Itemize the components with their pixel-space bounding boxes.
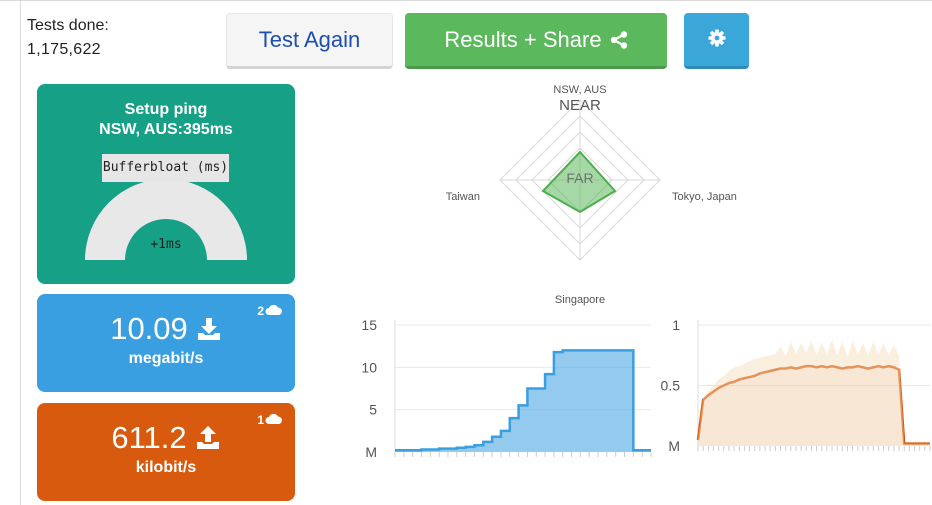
upload-icon [195,425,221,451]
radar-left-label: Taiwan [446,191,480,203]
settings-button[interactable] [684,13,749,69]
y-tick-label: 0.5 [661,378,681,394]
radar-top-label: NSW, AUS [553,84,606,96]
ping-title: Setup ping [124,101,208,118]
radar-bottom-label: Singapore [555,294,605,306]
bufferbloat-label: Bufferbloat (ms) [102,154,229,182]
tests-done-label: Tests done: [27,17,109,34]
top-border [0,0,932,1]
test-again-label: Test Again [258,27,361,52]
y-tick-label: 1 [672,317,680,333]
tests-done-counter: Tests done: 1,175,622 [27,14,109,62]
latency-radar-chart: NSW, AUS NEAR FAR Taiwan Tokyo, Japan Si… [446,84,737,306]
y-tick-label: M [365,444,377,460]
ping-card: Setup ping NSW, AUS:395ms Bufferbloat (m… [37,84,295,284]
series-area [395,350,651,452]
download-icon [196,316,222,342]
bufferbloat-value: +1ms [150,237,182,252]
upload-card: 1 611.2 kilobit/s [37,403,295,501]
y-tick-label: 10 [361,359,377,375]
y-tick-label: 5 [369,402,377,418]
tests-done-count: 1,175,622 [27,41,101,58]
ping-value: NSW, AUS:395ms [99,121,233,138]
share-icon [610,30,628,49]
download-speed-chart: 15 10 5 M [361,317,652,460]
upload-speed-unit: kilobit/s [135,459,197,476]
download-card: 2 10.09 megabit/s [37,294,295,392]
test-again-button[interactable]: Test Again [226,13,393,69]
left-border [20,0,21,505]
y-tick-label: M [668,438,680,454]
radar-far-label: FAR [566,170,593,186]
radar-right-label: Tokyo, Japan [672,191,737,203]
results-share-label: Results + Share [444,26,602,52]
series-area-secondary [698,339,930,446]
download-speed-unit: megabit/s [128,350,204,367]
upload-speed-chart: 1 0.5 M [661,317,931,454]
download-speed-value: 10.09 [110,311,188,346]
upload-speed-value: 611.2 [111,420,187,455]
gear-icon [708,27,726,53]
results-share-button[interactable]: Results + Share [405,13,667,69]
y-tick-label: 15 [361,317,377,333]
radar-near-label: NEAR [559,97,601,114]
